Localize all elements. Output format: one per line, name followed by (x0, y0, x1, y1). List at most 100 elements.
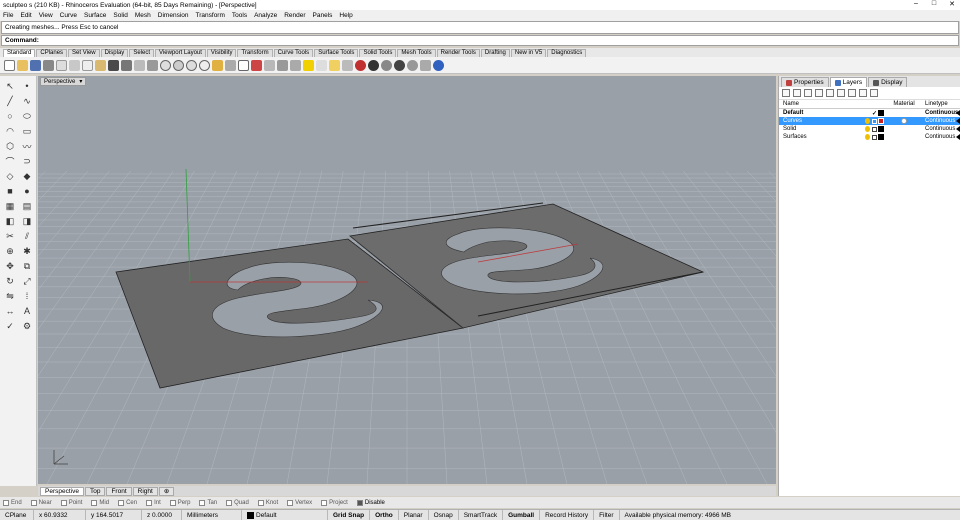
undo-view-icon[interactable] (212, 59, 223, 71)
box-solid-icon[interactable]: ■ (4, 185, 16, 197)
minimize-button[interactable]: – (910, 0, 922, 8)
tab-display-panel[interactable]: Display (868, 77, 908, 87)
layer-color[interactable] (877, 134, 885, 140)
polygon-icon[interactable]: ⬡ (4, 140, 16, 152)
mirror-icon[interactable]: ⇋ (4, 290, 16, 302)
viewport-menu-icon[interactable]: ▾ (79, 78, 82, 85)
osnap-vertex[interactable]: Vertex (287, 499, 312, 506)
surface-icon[interactable]: ◇ (4, 170, 16, 182)
menu-render[interactable]: Render (284, 12, 305, 19)
rotate-icon[interactable]: ↻ (4, 275, 16, 287)
checkbox[interactable] (287, 499, 294, 506)
zoom-window-icon[interactable] (173, 59, 184, 71)
tab-surface-tools[interactable]: Surface Tools (314, 49, 359, 57)
menu-transform[interactable]: Transform (196, 12, 225, 19)
visibility-bulb-icon[interactable] (865, 118, 870, 124)
arc-icon[interactable]: ◠ (4, 125, 16, 137)
column-material[interactable]: Material (885, 101, 923, 107)
render-tool-icon[interactable]: ⚙ (21, 320, 33, 332)
point-icon[interactable]: • (21, 80, 33, 92)
viewport-name[interactable]: Perspective (44, 78, 75, 85)
filter-icon[interactable] (848, 89, 856, 97)
loft-icon[interactable]: ▤ (21, 200, 33, 212)
checkbox[interactable] (356, 499, 363, 506)
freeform-icon[interactable]: 〰 (21, 140, 33, 152)
delete-layer-icon[interactable] (804, 89, 812, 97)
sphere-solid-icon[interactable]: ● (21, 185, 33, 197)
layer-tools-icon[interactable] (859, 89, 867, 97)
record-history-toggle[interactable]: Record History (540, 510, 595, 520)
osnap-disable[interactable]: Disable (356, 499, 385, 506)
menu-edit[interactable]: Edit (20, 12, 31, 19)
visibility-bulb-icon[interactable] (865, 134, 870, 140)
layer-linetype[interactable]: Continuous (923, 134, 960, 140)
smarttrack-toggle[interactable]: SmartTrack (459, 510, 504, 520)
layer-linetype[interactable]: Continuous (923, 126, 960, 132)
menu-tools[interactable]: Tools (232, 12, 247, 19)
select-all-icon[interactable] (264, 59, 275, 71)
rectangle-icon[interactable]: ▭ (21, 125, 33, 137)
properties-icon[interactable] (355, 59, 366, 71)
layer-color[interactable] (877, 126, 885, 132)
help-icon[interactable] (433, 59, 444, 71)
checkbox[interactable] (199, 499, 206, 506)
split-icon[interactable]: ⫽ (21, 230, 33, 242)
current-layer[interactable]: Default (242, 510, 328, 520)
boolean-union-icon[interactable]: ◧ (4, 215, 16, 227)
osnap-end[interactable]: End (3, 499, 22, 506)
color-swatch[interactable] (878, 134, 884, 140)
render-icon[interactable] (407, 59, 418, 71)
grid-snap-toggle[interactable]: Grid Snap (328, 510, 371, 520)
osnap-project[interactable]: Project (321, 499, 348, 506)
unlock-icon[interactable] (316, 59, 327, 71)
new-file-icon[interactable] (4, 59, 15, 71)
tab-standard[interactable]: Standard (3, 49, 36, 57)
extrude-icon[interactable]: ◆ (21, 170, 33, 182)
menu-surface[interactable]: Surface (84, 12, 106, 19)
tab-mesh-tools[interactable]: Mesh Tools (397, 49, 436, 57)
view-tab-right[interactable]: Right (132, 486, 158, 496)
move-layer-up-icon[interactable] (815, 89, 823, 97)
rotate-view-icon[interactable] (147, 59, 158, 71)
zoom-extents-icon[interactable] (186, 59, 197, 71)
move-icon[interactable]: ✥ (4, 260, 16, 272)
layer-material[interactable] (885, 118, 923, 124)
osnap-quad[interactable]: Quad (226, 499, 249, 506)
array-icon[interactable]: ⁞ (21, 290, 33, 302)
color-swatch[interactable] (878, 118, 884, 124)
osnap-knot[interactable]: Knot (257, 499, 278, 506)
four-viewports-icon[interactable] (225, 59, 236, 71)
cplane-icon[interactable] (251, 59, 262, 71)
tab-visibility[interactable]: Visibility (206, 49, 237, 57)
shaded-icon[interactable] (381, 59, 392, 71)
boolean-difference-icon[interactable]: ◨ (21, 215, 33, 227)
explode-icon[interactable]: ✱ (21, 245, 33, 257)
checkbox[interactable] (3, 499, 9, 506)
osnap-tan[interactable]: Tan (199, 499, 217, 506)
save-icon[interactable] (30, 59, 41, 71)
scale-icon[interactable]: ⤢ (21, 275, 33, 287)
checkbox[interactable] (257, 499, 264, 506)
checkbox[interactable] (91, 499, 98, 506)
layer-row-solid[interactable]: Solid Continuous (779, 125, 960, 133)
rendered-icon[interactable] (394, 59, 405, 71)
cut-icon[interactable] (69, 59, 80, 71)
maximize-button[interactable]: □ (928, 0, 940, 8)
tab-display[interactable]: Display (100, 49, 129, 57)
layer-row-surfaces[interactable]: Surfaces Continuous (779, 133, 960, 141)
offset-curve-icon[interactable]: ⊃ (21, 155, 33, 167)
layer-linetype[interactable]: Continuous (923, 118, 960, 124)
tab-set-view[interactable]: Set View (68, 49, 100, 57)
curve-icon[interactable]: ∿ (21, 95, 33, 107)
checkbox[interactable] (321, 499, 328, 506)
move-layer-down-icon[interactable] (826, 89, 834, 97)
new-sublayer-icon[interactable] (793, 89, 801, 97)
color-swatch[interactable] (878, 126, 884, 132)
options-icon[interactable] (420, 59, 431, 71)
cplane-indicator[interactable]: CPlane (0, 510, 34, 520)
layer-color[interactable] (877, 118, 885, 124)
import-icon[interactable] (56, 59, 67, 71)
layer-color[interactable] (877, 110, 885, 116)
checkbox[interactable] (118, 499, 125, 506)
checkbox[interactable] (146, 499, 153, 506)
